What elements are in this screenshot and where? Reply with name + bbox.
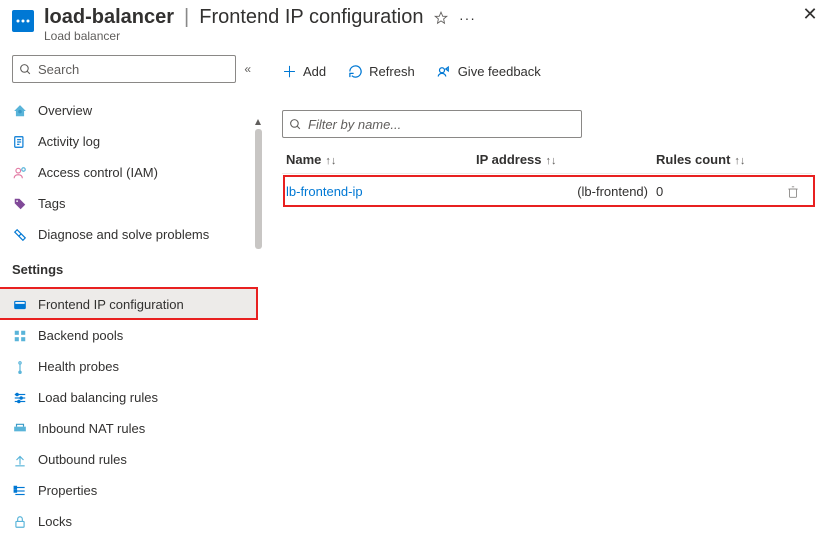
sidebar-item-outbound[interactable]: Outbound rules (0, 444, 258, 475)
sidebar-item-frontend[interactable]: Frontend IP configuration (0, 289, 258, 320)
sort-icon: ↑↓ (546, 155, 557, 167)
sidebar-section-settings: Settings (0, 250, 258, 283)
filter-box[interactable] (282, 110, 582, 138)
frontend-ip-link[interactable]: lb-frontend-ip (286, 184, 363, 199)
filter-input[interactable] (308, 117, 575, 132)
sidebar-item-properties[interactable]: Properties (0, 475, 258, 506)
add-button[interactable]: ＋ Add (282, 61, 326, 82)
sidebar-item-activity[interactable]: Activity log (0, 126, 258, 157)
sidebar-item-nat[interactable]: Inbound NAT rules (0, 413, 258, 444)
search-icon (19, 63, 32, 76)
sidebar-item-locks[interactable]: Locks (0, 506, 258, 537)
nat-icon (12, 421, 28, 437)
sidebar-search[interactable] (12, 55, 236, 83)
sidebar-item-label: Backend pools (38, 328, 246, 343)
sidebar-search-input[interactable] (38, 62, 229, 77)
sidebar-item-iam[interactable]: Access control (IAM) (0, 157, 258, 188)
tag-icon (12, 196, 28, 212)
feedback-button[interactable]: Give feedback (437, 64, 541, 79)
page-title: Frontend IP configuration (199, 6, 423, 29)
iam-icon (12, 165, 28, 181)
feedback-icon (437, 64, 452, 79)
sort-icon: ↑↓ (325, 155, 336, 167)
sidebar-item-label: Inbound NAT rules (38, 421, 246, 436)
diagnose-icon (12, 227, 28, 243)
lbrules-icon (12, 390, 28, 406)
sidebar-item-label: Health probes (38, 359, 246, 374)
sidebar-item-label: Locks (38, 514, 246, 529)
activity-icon (12, 134, 28, 150)
sort-icon: ↑↓ (734, 155, 745, 167)
resource-type-subtitle: Load balancer (44, 29, 792, 43)
favorite-star-icon[interactable] (433, 10, 449, 26)
backend-icon (12, 328, 28, 344)
sidebar-item-health[interactable]: Health probes (0, 351, 258, 382)
feedback-label: Give feedback (458, 64, 541, 79)
refresh-label: Refresh (369, 64, 415, 79)
sidebar-item-label: Outbound rules (38, 452, 246, 467)
sidebar-item-lbrules[interactable]: Load balancing rules (0, 382, 258, 413)
locks-icon (12, 514, 28, 530)
collapse-chevron-icon[interactable]: « (244, 62, 248, 76)
sidebar-item-label: Access control (IAM) (38, 165, 246, 180)
table-row[interactable]: lb-frontend-ip (lb-frontend) 0 (282, 174, 812, 210)
frontend-icon (12, 297, 28, 313)
sidebar-item-label: Overview (38, 103, 246, 118)
sidebar-item-tag[interactable]: Tags (0, 188, 258, 219)
refresh-button[interactable]: Refresh (348, 64, 415, 79)
col-rules[interactable]: Rules count↑↓ (652, 144, 782, 174)
more-menu-icon[interactable]: ··· (459, 10, 475, 26)
rules-count-cell: 0 (652, 174, 782, 210)
col-name[interactable]: Name↑↓ (282, 144, 472, 174)
sidebar-item-label: Diagnose and solve problems (38, 227, 246, 242)
title-separator: | (184, 6, 189, 29)
delete-icon[interactable] (786, 185, 808, 199)
sidebar-item-label: Properties (38, 483, 246, 498)
health-icon (12, 359, 28, 375)
ip-address-cell: (lb-frontend) (472, 174, 652, 210)
outbound-icon (12, 452, 28, 468)
search-icon (289, 118, 302, 131)
sidebar-item-label: Tags (38, 196, 246, 211)
plus-icon: ＋ (282, 61, 297, 82)
col-ip[interactable]: IP address↑↓ (472, 144, 652, 174)
close-icon[interactable]: ✕ (802, 6, 818, 22)
sidebar-item-label: Load balancing rules (38, 390, 246, 405)
sidebar-item-diagnose[interactable]: Diagnose and solve problems (0, 219, 258, 250)
sidebar-item-backend[interactable]: Backend pools (0, 320, 258, 351)
resource-icon (12, 10, 34, 32)
sidebar-item-label: Activity log (38, 134, 246, 149)
add-label: Add (303, 64, 326, 79)
resource-name: load-balancer (44, 6, 174, 29)
refresh-icon (348, 64, 363, 79)
sidebar-item-label: Frontend IP configuration (38, 297, 246, 312)
sidebar-item-overview[interactable]: Overview (0, 95, 258, 126)
overview-icon (12, 103, 28, 119)
properties-icon (12, 483, 28, 499)
